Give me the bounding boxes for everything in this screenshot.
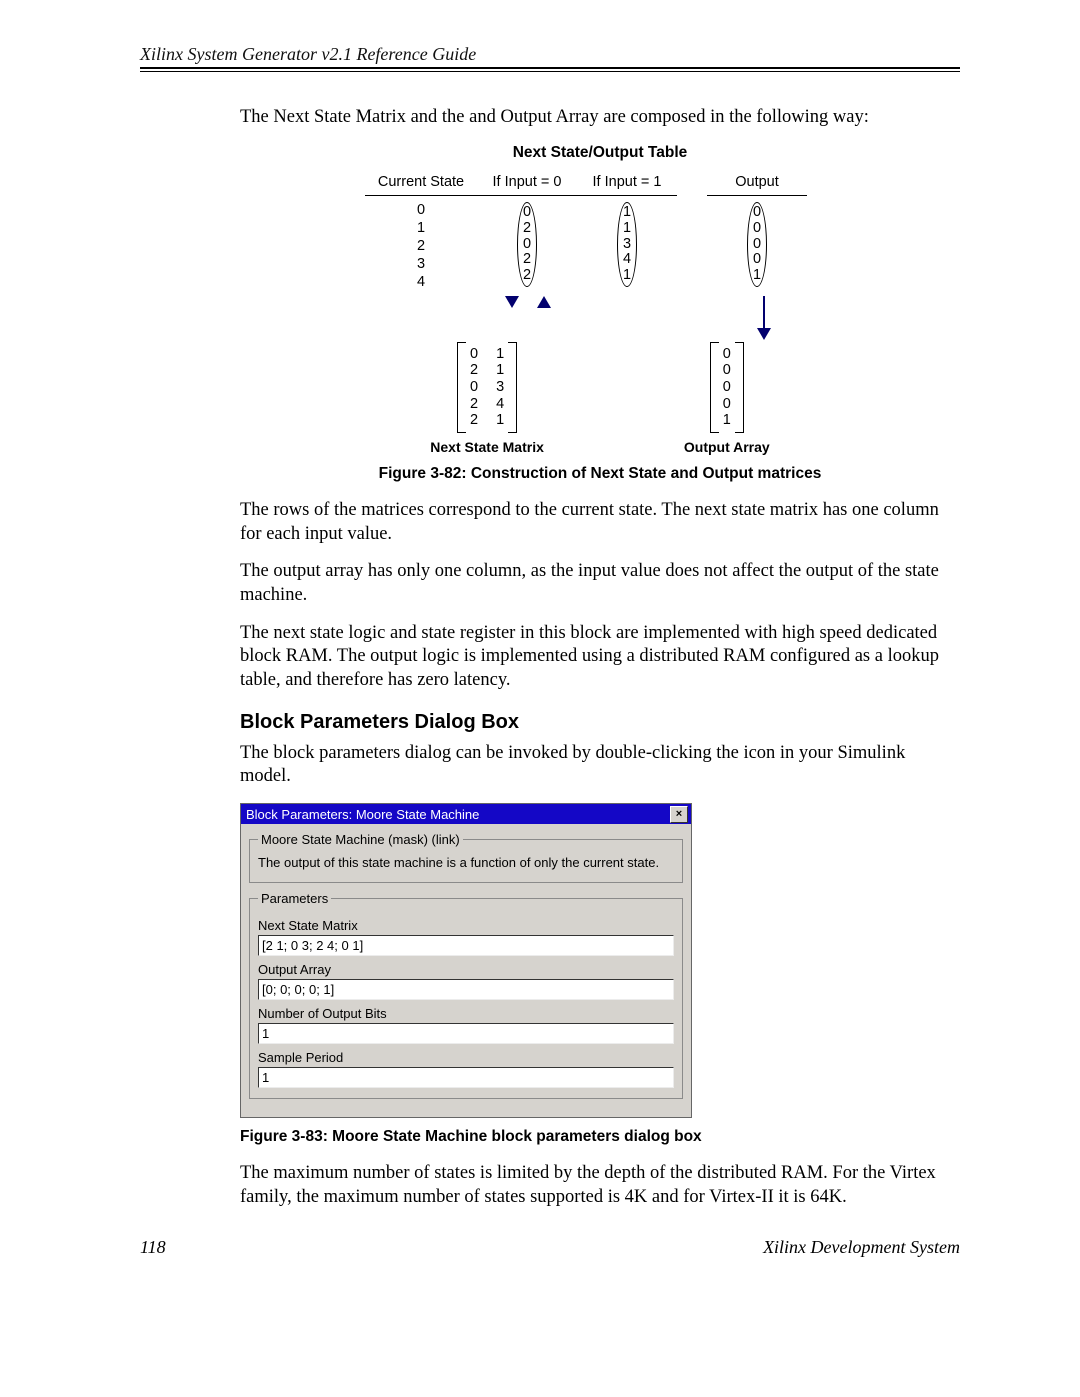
i1-3: 4 — [623, 252, 631, 268]
col-output: Output 0 0 0 0 1 — [707, 170, 807, 292]
oval-input0: 0 2 0 2 2 — [517, 202, 537, 288]
figure-83-caption: Figure 3-83: Moore State Machine block p… — [240, 1128, 960, 1146]
th-current-state: Current State — [365, 170, 477, 196]
o-3: 0 — [753, 252, 761, 268]
footer-title: Xilinx Development System — [763, 1237, 960, 1258]
figure-82-diagram: Current State 0 1 2 3 4 If Input = 0 0 — [365, 170, 835, 455]
i0-3: 2 — [523, 252, 531, 268]
dialog-moore-state-machine: Block Parameters: Moore State Machine × … — [240, 803, 692, 1118]
i1-0: 1 — [623, 205, 631, 221]
i0-4: 2 — [523, 268, 531, 284]
ns-3-0: 2 — [470, 396, 478, 413]
para-invoke: The block parameters dialog can be invok… — [240, 742, 960, 789]
group-parameters-legend: Parameters — [258, 891, 331, 906]
close-icon[interactable]: × — [670, 806, 688, 823]
arrow-left-down-icon — [505, 296, 519, 308]
group-mask: Moore State Machine (mask) (link) The ou… — [249, 832, 683, 883]
group-mask-legend: Moore State Machine (mask) (link) — [258, 832, 463, 847]
dialog-titlebar[interactable]: Block Parameters: Moore State Machine × — [241, 804, 691, 824]
col-input0: If Input = 0 0 2 0 2 2 — [477, 170, 577, 292]
section-title: Block Parameters Dialog Box — [240, 711, 960, 734]
para-implementation: The next state logic and state register … — [240, 622, 960, 693]
label-sample-period: Sample Period — [258, 1050, 674, 1065]
ns-3-1: 4 — [496, 396, 504, 413]
i1-1: 1 — [623, 221, 631, 237]
cs-2: 2 — [417, 238, 425, 255]
i0-0: 0 — [523, 205, 531, 221]
input-next-state-matrix[interactable] — [258, 935, 674, 956]
i1-4: 1 — [623, 268, 631, 284]
o-1: 0 — [753, 221, 761, 237]
header-title: Xilinx System Generator v2.1 Reference G… — [140, 44, 960, 65]
arrow-output-line — [763, 296, 765, 330]
dialog-description: The output of this state machine is a fu… — [258, 855, 674, 870]
figure-82-title: Next State/Output Table — [240, 144, 960, 162]
input-sample-period[interactable] — [258, 1067, 674, 1088]
figure-82-arrows — [365, 296, 835, 340]
o-2: 0 — [753, 237, 761, 253]
i0-1: 2 — [523, 221, 531, 237]
col-current-state: Current State 0 1 2 3 4 — [365, 170, 477, 292]
oval-output: 0 0 0 0 1 — [747, 202, 767, 288]
page-number: 118 — [140, 1237, 166, 1258]
oval-input1: 1 1 3 4 1 — [617, 202, 637, 288]
cs-0: 0 — [417, 202, 425, 219]
th-output: Output — [707, 170, 807, 196]
para-rows: The rows of the matrices correspond to t… — [240, 499, 960, 546]
figure-82-matrices: 0 2 0 2 2 1 1 3 4 1 — [365, 342, 835, 455]
th-input1: If Input = 1 — [577, 170, 677, 196]
o-4: 1 — [753, 268, 761, 284]
ns-4-1: 1 — [496, 412, 504, 429]
label-output-array-field: Output Array — [258, 962, 674, 977]
ns-0-0: 0 — [470, 346, 478, 363]
label-num-output-bits: Number of Output Bits — [258, 1006, 674, 1021]
ns-2-0: 0 — [470, 379, 478, 396]
col-input1: If Input = 1 1 1 3 4 1 — [577, 170, 677, 292]
header-rule-thin — [140, 71, 960, 72]
header-rule-thick — [140, 67, 960, 69]
figure-82-caption: Figure 3-82: Construction of Next State … — [240, 465, 960, 483]
oa-2: 0 — [723, 379, 731, 396]
i0-2: 0 — [523, 237, 531, 253]
figure-82-table: Current State 0 1 2 3 4 If Input = 0 0 — [365, 170, 835, 292]
label-next-state-matrix: Next State Matrix — [258, 918, 674, 933]
next-state-matrix: 0 2 0 2 2 1 1 3 4 1 — [430, 342, 544, 455]
oa-0: 0 — [723, 346, 731, 363]
o-0: 0 — [753, 205, 761, 221]
ns-1-1: 1 — [496, 362, 504, 379]
oa-4: 1 — [723, 412, 731, 429]
para-output-array: The output array has only one column, as… — [240, 560, 960, 607]
ns-0-1: 1 — [496, 346, 504, 363]
th-input0: If Input = 0 — [477, 170, 577, 196]
ns-2-1: 3 — [496, 379, 504, 396]
output-array-matrix: 0 0 0 0 1 Output Array — [684, 342, 770, 455]
cs-4: 4 — [417, 274, 425, 291]
input-output-array[interactable] — [258, 979, 674, 1000]
i1-2: 3 — [623, 237, 631, 253]
ns-4-0: 2 — [470, 412, 478, 429]
group-parameters: Parameters Next State Matrix Output Arra… — [249, 891, 683, 1099]
arrow-right-up-icon — [537, 296, 551, 308]
arrow-output-down-icon — [757, 328, 771, 340]
ns-1-0: 2 — [470, 362, 478, 379]
cs-3: 3 — [417, 256, 425, 273]
para-max-states: The maximum number of states is limited … — [240, 1162, 960, 1209]
label-output-array: Output Array — [684, 439, 770, 455]
dialog-title: Block Parameters: Moore State Machine — [246, 807, 479, 822]
input-num-output-bits[interactable] — [258, 1023, 674, 1044]
oa-1: 0 — [723, 362, 731, 379]
label-next-state-matrix: Next State Matrix — [430, 439, 544, 455]
oa-3: 0 — [723, 396, 731, 413]
intro-text: The Next State Matrix and the and Output… — [240, 106, 960, 130]
cs-1: 1 — [417, 220, 425, 237]
